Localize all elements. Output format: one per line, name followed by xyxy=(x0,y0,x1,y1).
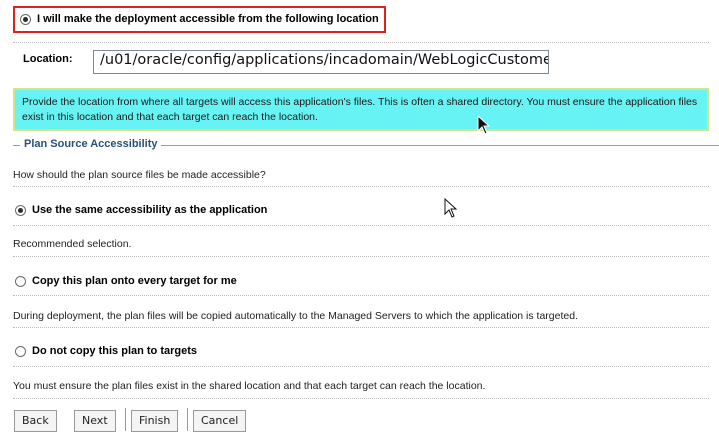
plan-option-description: During deployment, the plan files will b… xyxy=(13,310,578,322)
plan-option-label: Use the same accessibility as the applic… xyxy=(32,204,268,216)
plan-option-label: Do not copy this plan to targets xyxy=(32,345,198,357)
cursor-arrow-outline-icon xyxy=(444,198,458,218)
location-input[interactable]: /u01/oracle/config/applications/incadoma… xyxy=(93,50,549,74)
plan-option-label: Copy this plan onto every target for me xyxy=(32,275,237,287)
button-separator xyxy=(125,408,126,431)
divider xyxy=(13,186,709,187)
divider xyxy=(13,225,709,226)
plan-option-same-accessibility[interactable]: Use the same accessibility as the applic… xyxy=(15,204,267,216)
deployment-location-radio[interactable] xyxy=(20,13,31,25)
divider xyxy=(13,327,709,328)
plan-question: How should the plan source files be made… xyxy=(13,169,266,181)
location-label: Location: xyxy=(23,53,73,65)
divider xyxy=(13,295,709,296)
cancel-button[interactable]: Cancel xyxy=(193,410,247,432)
plan-option-do-not-copy[interactable]: Do not copy this plan to targets xyxy=(15,345,197,357)
deployment-location-label: I will make the deployment accessible fr… xyxy=(37,13,379,25)
divider xyxy=(13,366,709,367)
plan-option-do-not-copy-radio[interactable] xyxy=(15,345,26,357)
plan-option-copy-to-targets[interactable]: Copy this plan onto every target for me xyxy=(15,275,237,287)
plan-source-legend: Plan Source Accessibility xyxy=(20,138,162,150)
button-separator xyxy=(187,408,188,431)
back-button[interactable]: Back xyxy=(14,410,57,432)
cursor-arrow-icon xyxy=(477,115,491,135)
deployment-location-option[interactable]: I will make the deployment accessible fr… xyxy=(20,13,379,25)
divider xyxy=(13,398,709,399)
plan-option-same-accessibility-radio[interactable] xyxy=(15,204,26,216)
plan-option-description: You must ensure the plan files exist in … xyxy=(13,380,486,392)
plan-option-copy-to-targets-radio[interactable] xyxy=(15,275,26,287)
finish-button[interactable]: Finish xyxy=(131,410,179,432)
divider xyxy=(13,256,709,257)
info-message: Provide the location from where all targ… xyxy=(13,88,709,131)
next-button[interactable]: Next xyxy=(74,410,116,432)
divider xyxy=(13,42,709,43)
plan-option-description: Recommended selection. xyxy=(13,238,132,250)
